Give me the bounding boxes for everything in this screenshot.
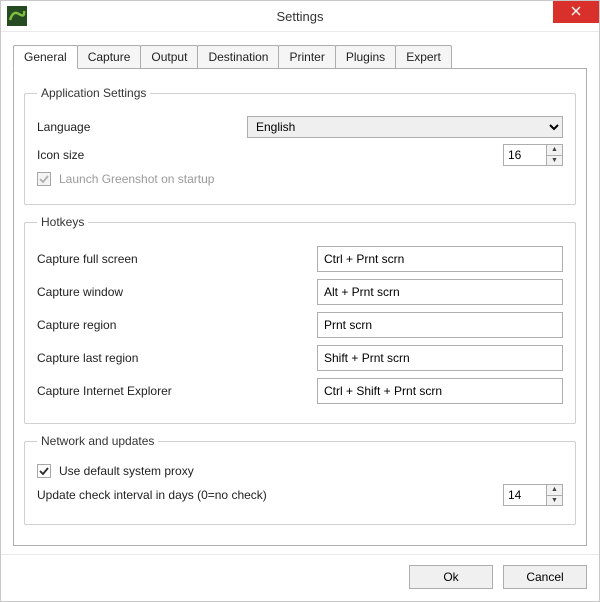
icon-size-spinner: ▲ ▼ xyxy=(547,144,563,166)
app-icon xyxy=(7,6,27,26)
icon-size-down[interactable]: ▼ xyxy=(547,155,562,166)
hotkey-row-region: Capture region xyxy=(37,312,563,338)
tab-plugins[interactable]: Plugins xyxy=(335,45,396,68)
update-interval-spinner: ▲ ▼ xyxy=(547,484,563,506)
group-legend-application-settings: Application Settings xyxy=(37,86,150,100)
window-title: Settings xyxy=(277,9,324,24)
group-hotkeys: Hotkeys Capture full screen Capture wind… xyxy=(24,215,576,424)
group-application-settings: Application Settings Language English Ic… xyxy=(24,86,576,205)
hotkey-input-window[interactable] xyxy=(317,279,563,305)
label-language: Language xyxy=(37,120,247,134)
check-icon xyxy=(39,466,49,476)
launch-on-startup-label: Launch Greenshot on startup xyxy=(59,172,214,186)
close-button[interactable] xyxy=(553,1,599,23)
titlebar: Settings xyxy=(1,1,599,32)
update-interval-up[interactable]: ▲ xyxy=(547,485,562,495)
tab-destination[interactable]: Destination xyxy=(197,45,279,68)
check-icon xyxy=(39,174,49,184)
launch-on-startup-checkbox[interactable] xyxy=(37,172,51,186)
hotkey-row-ie: Capture Internet Explorer xyxy=(37,378,563,404)
label-update-interval: Update check interval in days (0=no chec… xyxy=(37,488,503,502)
client-area: General Capture Output Destination Print… xyxy=(1,32,599,558)
hotkey-row-last-region: Capture last region xyxy=(37,345,563,371)
ok-button[interactable]: Ok xyxy=(409,565,493,589)
hotkey-label-region: Capture region xyxy=(37,318,317,332)
tab-capture[interactable]: Capture xyxy=(77,45,142,68)
tab-printer[interactable]: Printer xyxy=(278,45,335,68)
icon-size-input[interactable] xyxy=(503,144,547,166)
group-network-updates: Network and updates Use default system p… xyxy=(24,434,576,525)
cancel-button[interactable]: Cancel xyxy=(503,565,587,589)
row-language: Language English xyxy=(37,116,563,138)
use-proxy-checkbox[interactable] xyxy=(37,464,51,478)
group-legend-hotkeys: Hotkeys xyxy=(37,215,88,229)
row-update-interval: Update check interval in days (0=no chec… xyxy=(37,484,563,506)
tab-general[interactable]: General xyxy=(13,45,78,69)
dialog-footer: Ok Cancel xyxy=(1,554,599,601)
close-icon xyxy=(571,5,581,19)
update-interval-input[interactable] xyxy=(503,484,547,506)
hotkey-input-last-region[interactable] xyxy=(317,345,563,371)
language-select[interactable]: English xyxy=(247,116,563,138)
hotkey-row-window: Capture window xyxy=(37,279,563,305)
tab-output[interactable]: Output xyxy=(140,45,198,68)
hotkey-label-last-region: Capture last region xyxy=(37,351,317,365)
icon-size-up[interactable]: ▲ xyxy=(547,145,562,155)
chevron-up-icon: ▲ xyxy=(551,146,558,153)
row-launch-on-startup: Launch Greenshot on startup xyxy=(37,172,563,186)
tab-expert[interactable]: Expert xyxy=(395,45,452,68)
row-icon-size: Icon size ▲ ▼ xyxy=(37,144,563,166)
hotkey-input-fullscreen[interactable] xyxy=(317,246,563,272)
update-interval-down[interactable]: ▼ xyxy=(547,495,562,506)
icon-size-stepper: ▲ ▼ xyxy=(503,144,563,166)
hotkey-input-region[interactable] xyxy=(317,312,563,338)
use-proxy-label: Use default system proxy xyxy=(59,464,194,478)
tab-body-general: Application Settings Language English Ic… xyxy=(13,68,587,546)
tab-strip: General Capture Output Destination Print… xyxy=(13,45,587,69)
chevron-up-icon: ▲ xyxy=(551,486,558,493)
chevron-down-icon: ▼ xyxy=(551,157,558,164)
group-legend-network: Network and updates xyxy=(37,434,158,448)
hotkey-label-fullscreen: Capture full screen xyxy=(37,252,317,266)
row-use-proxy: Use default system proxy xyxy=(37,464,563,478)
hotkey-input-ie[interactable] xyxy=(317,378,563,404)
settings-window: Settings General Capture Output Destinat… xyxy=(0,0,600,602)
label-icon-size: Icon size xyxy=(37,148,287,162)
chevron-down-icon: ▼ xyxy=(551,497,558,504)
hotkey-label-window: Capture window xyxy=(37,285,317,299)
update-interval-stepper: ▲ ▼ xyxy=(503,484,563,506)
hotkey-label-ie: Capture Internet Explorer xyxy=(37,384,317,398)
hotkey-row-fullscreen: Capture full screen xyxy=(37,246,563,272)
